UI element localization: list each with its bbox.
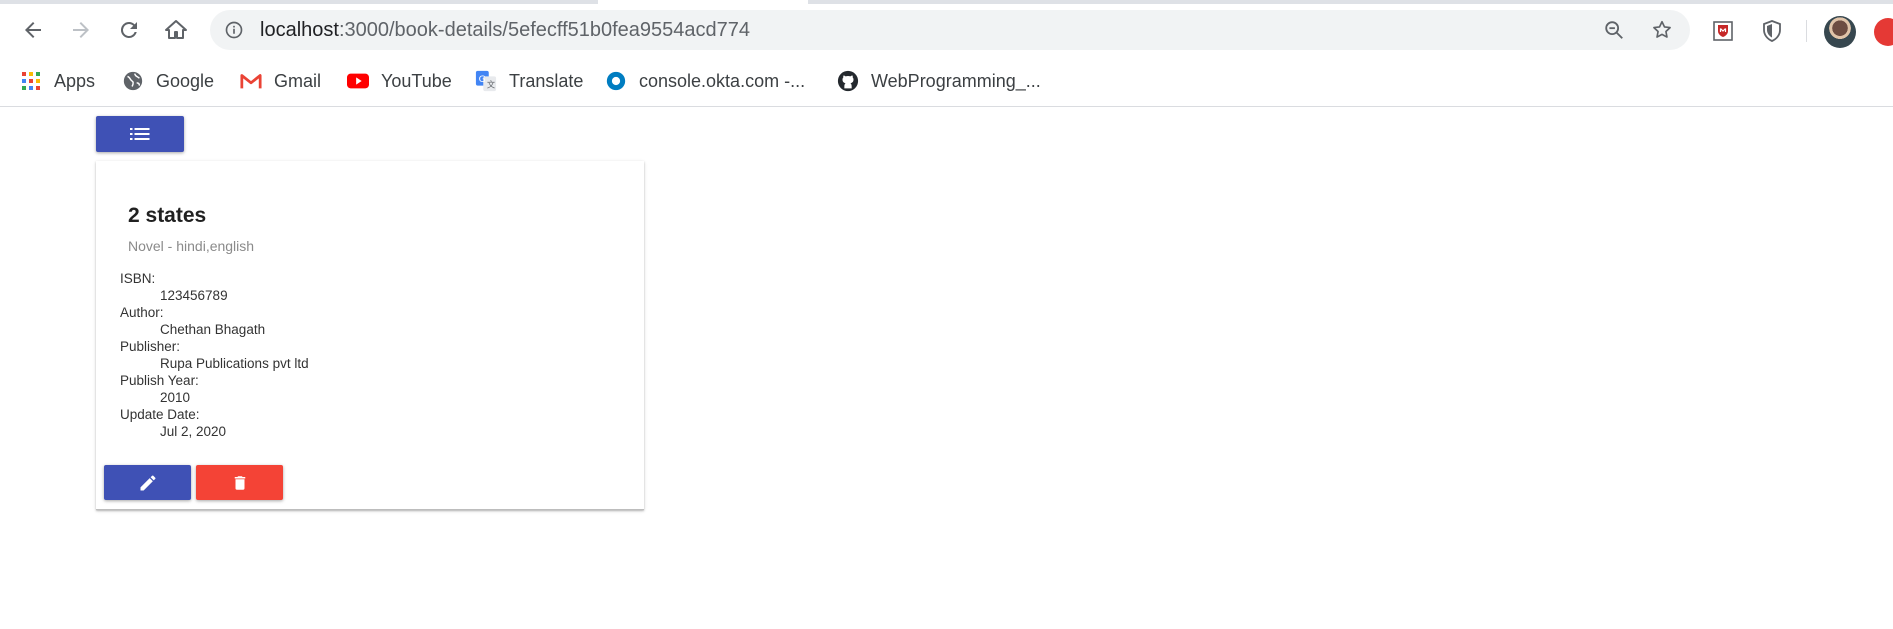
shield-extension[interactable] <box>1759 18 1785 44</box>
info-icon[interactable] <box>224 20 244 40</box>
pencil-icon <box>140 474 155 490</box>
mcafee-extension[interactable] <box>1710 18 1736 44</box>
delete-button[interactable] <box>196 465 283 500</box>
star-icon <box>1653 20 1671 38</box>
toolbar-divider <box>1806 20 1807 42</box>
arrow-right-icon <box>73 22 89 38</box>
update-date-value: Jul 2, 2020 <box>160 424 227 439</box>
bookmark-star-button[interactable] <box>1650 18 1674 42</box>
publish-year-label: Publish Year: <box>120 373 199 388</box>
translate-icon: G文 <box>475 70 497 92</box>
update-button[interactable] <box>1874 18 1893 46</box>
bookmark-label: Gmail <box>274 70 322 91</box>
author-label: Author: <box>120 305 164 320</box>
reload-button[interactable] <box>113 14 145 46</box>
book-card: 2 states Novel - hindi,english ISBN: 123… <box>96 161 644 510</box>
home-icon <box>165 20 187 39</box>
bookmark-translate[interactable]: G文 Translate <box>475 67 583 95</box>
shield-icon <box>1763 20 1781 42</box>
publisher-label: Publisher: <box>120 339 181 354</box>
url-text: localhost:3000/book-details/5efecff51b0f… <box>260 19 750 42</box>
youtube-icon <box>347 70 369 92</box>
book-subtitle: Novel - hindi,english <box>128 238 255 254</box>
author-value: Chethan Bhagath <box>160 322 266 337</box>
svg-text:文: 文 <box>487 79 495 89</box>
globe-icon <box>122 70 144 92</box>
list-icon <box>130 128 150 140</box>
publish-year-value: 2010 <box>160 390 191 405</box>
back-button[interactable] <box>17 14 49 46</box>
bookmark-google[interactable]: Google <box>122 67 214 95</box>
bookmark-label: console.okta.com -... <box>639 70 806 91</box>
bookmark-github[interactable]: WebProgramming_... <box>837 67 1041 95</box>
apps-grid-icon <box>20 70 42 92</box>
zoom-button[interactable] <box>1602 18 1626 42</box>
mcafee-shield-icon <box>1713 21 1733 41</box>
book-title: 2 states <box>128 204 207 227</box>
book-details: ISBN: 123456789 Author: Chethan Bhagath … <box>120 270 309 440</box>
bookmark-apps[interactable]: Apps <box>20 67 95 95</box>
profile-avatar[interactable] <box>1824 16 1856 48</box>
svg-text:G: G <box>479 74 486 85</box>
gmail-icon <box>240 70 262 92</box>
browser-toolbar: localhost:3000/book-details/5efecff51b0f… <box>0 4 1893 56</box>
bookmark-label: Translate <box>509 70 584 91</box>
arrow-left-icon <box>25 22 41 38</box>
publisher-value: Rupa Publications pvt ltd <box>160 356 309 371</box>
bookmark-youtube[interactable]: YouTube <box>347 67 452 95</box>
reload-icon <box>120 21 137 38</box>
address-bar[interactable]: localhost:3000/book-details/5efecff51b0f… <box>210 10 1690 50</box>
bookmark-label: Google <box>156 70 215 91</box>
github-icon <box>837 70 859 92</box>
book-list-button[interactable] <box>96 116 184 152</box>
home-button[interactable] <box>160 14 192 46</box>
bookmark-label: Apps <box>54 70 96 91</box>
update-date-label: Update Date: <box>120 407 200 422</box>
zoom-out-icon <box>1605 21 1623 39</box>
url-host: localhost <box>260 19 339 41</box>
isbn-value: 123456789 <box>160 288 228 303</box>
bookmark-label: WebProgramming_... <box>871 70 1041 91</box>
forward-button[interactable] <box>65 14 97 46</box>
edit-button[interactable] <box>104 465 191 500</box>
okta-icon <box>605 70 627 92</box>
bookmarks-bar: Apps Google Gmail YouTube G文 Translate c… <box>0 56 1893 107</box>
isbn-label: ISBN: <box>120 271 156 286</box>
bookmark-gmail[interactable]: Gmail <box>240 67 321 95</box>
bookmark-label: YouTube <box>381 70 452 91</box>
bookmark-okta[interactable]: console.okta.com -... <box>605 67 805 95</box>
trash-icon <box>234 475 245 490</box>
url-path: :3000/book-details/5efecff51b0fea9554acd… <box>338 19 751 41</box>
